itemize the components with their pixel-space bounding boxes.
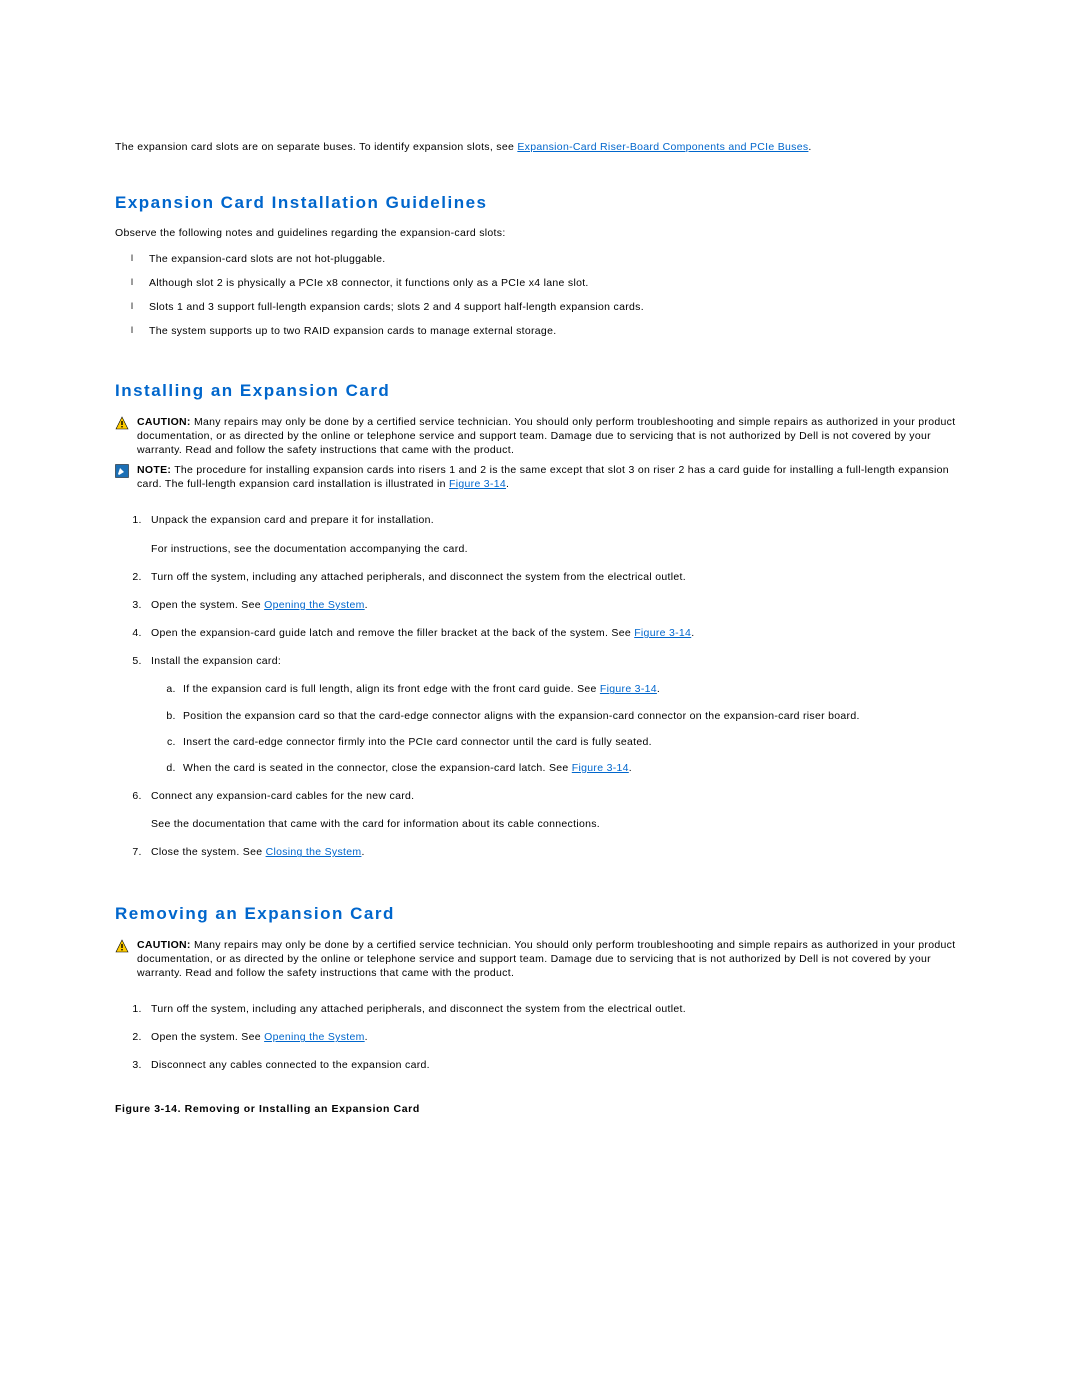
substep-d: When the card is seated in the connector… <box>179 761 965 775</box>
caution-alert: CAUTION: Many repairs may only be done b… <box>115 938 965 981</box>
caution-triangle-icon <box>115 939 129 953</box>
step-after: . <box>365 1031 368 1043</box>
heading-installing: Installing an Expansion Card <box>115 381 965 401</box>
step-3: Open the system. See Opening the System. <box>145 598 965 612</box>
substep-b: Position the expansion card so that the … <box>179 709 965 723</box>
note-label: NOTE: <box>137 464 171 476</box>
note-body-b: . <box>506 478 509 490</box>
step-after: . <box>691 627 694 639</box>
step-text: Connect any expansion-card cables for th… <box>151 790 414 802</box>
caution-alert: CAUTION: Many repairs may only be done b… <box>115 415 965 458</box>
figure-caption: Figure 3-14. Removing or Installing an E… <box>115 1103 965 1115</box>
guidelines-lead: Observe the following notes and guidelin… <box>115 227 965 239</box>
link-opening-system[interactable]: Opening the System <box>264 599 365 611</box>
intro-after: . <box>808 141 811 153</box>
substep-after: . <box>629 762 632 774</box>
list-item: Slots 1 and 3 support full-length expans… <box>149 301 965 313</box>
step-6: Connect any expansion-card cables for th… <box>145 789 965 831</box>
link-figure-3-14[interactable]: Figure 3-14 <box>572 762 629 774</box>
note-body-a: The procedure for installing expansion c… <box>137 464 949 490</box>
note-alert: NOTE: The procedure for installing expan… <box>115 463 965 491</box>
substep-c: Insert the card-edge connector firmly in… <box>179 735 965 749</box>
step-text: Unpack the expansion card and prepare it… <box>151 514 434 526</box>
section-guidelines: Expansion Card Installation Guidelines O… <box>115 193 965 337</box>
link-figure-3-14[interactable]: Figure 3-14 <box>634 627 691 639</box>
substep-text: If the expansion card is full length, al… <box>183 683 600 695</box>
step-subtext: See the documentation that came with the… <box>151 817 965 831</box>
list-item: The system supports up to two RAID expan… <box>149 325 965 337</box>
caution-body: Many repairs may only be done by a certi… <box>137 416 955 456</box>
link-opening-system[interactable]: Opening the System <box>264 1031 365 1043</box>
step-text: Install the expansion card: <box>151 655 281 667</box>
substep-after: . <box>657 683 660 695</box>
step-1: Turn off the system, including any attac… <box>145 1002 965 1016</box>
section-removing: Removing an Expansion Card CAUTION: Many… <box>115 904 965 1115</box>
intro-text: The expansion card slots are on separate… <box>115 141 517 153</box>
step-2: Turn off the system, including any attac… <box>145 570 965 584</box>
caution-triangle-icon <box>115 416 129 430</box>
substep-a: If the expansion card is full length, al… <box>179 682 965 696</box>
list-item: Although slot 2 is physically a PCIe x8 … <box>149 277 965 289</box>
heading-removing: Removing an Expansion Card <box>115 904 965 924</box>
step-after: . <box>365 599 368 611</box>
step-7: Close the system. See Closing the System… <box>145 845 965 859</box>
step-5: Install the expansion card: If the expan… <box>145 654 965 775</box>
step-after: . <box>361 846 364 858</box>
section-installing: Installing an Expansion Card CAUTION: Ma… <box>115 381 965 860</box>
install-steps: Unpack the expansion card and prepare it… <box>115 513 965 859</box>
link-closing-system[interactable]: Closing the System <box>266 846 362 858</box>
step-subtext: For instructions, see the documentation … <box>151 542 965 556</box>
document-page: The expansion card slots are on separate… <box>0 0 1080 1115</box>
caution-text: CAUTION: Many repairs may only be done b… <box>137 938 965 981</box>
step-text: Close the system. See <box>151 846 266 858</box>
step-text: Open the system. See <box>151 1031 264 1043</box>
link-figure-3-14[interactable]: Figure 3-14 <box>600 683 657 695</box>
caution-label: CAUTION: <box>137 939 191 951</box>
step-text: Open the expansion-card guide latch and … <box>151 627 634 639</box>
step-3: Disconnect any cables connected to the e… <box>145 1058 965 1072</box>
note-text: NOTE: The procedure for installing expan… <box>137 463 965 491</box>
caution-body: Many repairs may only be done by a certi… <box>137 939 955 979</box>
heading-guidelines: Expansion Card Installation Guidelines <box>115 193 965 213</box>
install-substeps: If the expansion card is full length, al… <box>151 682 965 775</box>
intro-paragraph: The expansion card slots are on separate… <box>115 141 965 153</box>
step-text: Open the system. See <box>151 599 264 611</box>
substep-text: When the card is seated in the connector… <box>183 762 572 774</box>
step-4: Open the expansion-card guide latch and … <box>145 626 965 640</box>
link-riser-board[interactable]: Expansion-Card Riser-Board Components an… <box>517 141 808 153</box>
list-item: The expansion-card slots are not hot-plu… <box>149 253 965 265</box>
link-figure-3-14[interactable]: Figure 3-14 <box>449 478 506 490</box>
step-2: Open the system. See Opening the System. <box>145 1030 965 1044</box>
guidelines-list: The expansion-card slots are not hot-plu… <box>115 253 965 337</box>
step-1: Unpack the expansion card and prepare it… <box>145 513 965 555</box>
caution-text: CAUTION: Many repairs may only be done b… <box>137 415 965 458</box>
note-pencil-icon <box>115 464 129 478</box>
caution-label: CAUTION: <box>137 416 191 428</box>
remove-steps: Turn off the system, including any attac… <box>115 1002 965 1073</box>
